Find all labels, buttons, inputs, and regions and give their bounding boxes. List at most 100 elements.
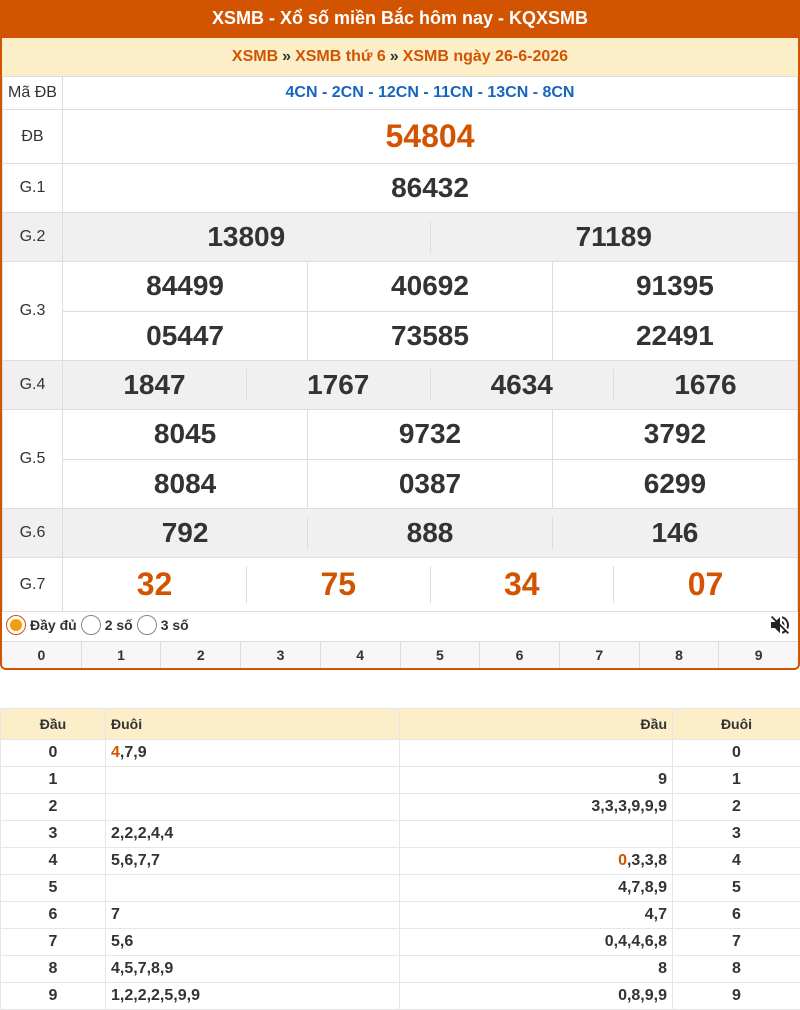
loto-duoi: 5,6,7,7: [105, 847, 400, 875]
loto-duoi2: 1: [672, 766, 800, 794]
table-row: 191: [0, 766, 800, 794]
radio-two-digits[interactable]: 2 số: [80, 615, 133, 635]
digit-filter-2[interactable]: 2: [160, 642, 240, 668]
radio-icon[interactable]: [80, 615, 101, 635]
g6-number: 888: [307, 517, 553, 549]
digit-filter-7[interactable]: 7: [558, 642, 639, 668]
loto-duoi2: 6: [672, 901, 800, 929]
loto-duoi2: 2: [672, 793, 800, 821]
g1-label: G.1: [2, 163, 63, 213]
loto-duoi-values: ,7,9: [119, 744, 147, 761]
radio-selected-icon[interactable]: [6, 615, 26, 635]
loto-dau2-values: ,3,3,8: [626, 852, 667, 869]
g7-number: 34: [429, 566, 614, 603]
loto-dau2-values: 4,7,8,9: [618, 879, 667, 896]
digit-filter-3[interactable]: 3: [240, 642, 320, 668]
table-row: 0 4,7,9 0: [0, 739, 800, 767]
loto-duoi-values: 7: [111, 906, 120, 923]
g2-number: 13809: [63, 221, 430, 253]
loto-dau: 9: [0, 982, 106, 1010]
g4-number: 1676: [613, 369, 797, 401]
breadcrumb: XSMB» XSMB thứ 6» XSMB ngày 26-6-2026: [2, 38, 798, 76]
ma-db-label: Mã ĐB: [2, 76, 63, 110]
loto-body: 0 4,7,9 0 1 9 1 2 3,3,3,9,9,9 2 3 2,2,2,4,4 3 4 5,6,7…: [0, 739, 800, 1010]
loto-duoi: [105, 874, 400, 902]
loto-dau2-values: 0,8,9,9: [618, 987, 667, 1004]
loto-dau2-values: 0,4,4,6,8: [604, 933, 667, 950]
g7-number: 32: [136, 566, 173, 602]
loto-duoi2: 5: [672, 874, 800, 902]
loto-dau: 3: [0, 820, 106, 848]
display-options: Đầy đủ 2 số 3 số: [2, 609, 798, 641]
g2-number: 71189: [429, 221, 797, 253]
radio-three-digits[interactable]: 3 số: [136, 615, 189, 635]
loto-dau2: [399, 739, 673, 767]
table-row: 4 5,6,7,7 0,3,3,8 4: [0, 847, 800, 875]
table-row: 2 3,3,3,9,9,9 2: [0, 793, 800, 821]
db-label: ĐB: [2, 109, 63, 164]
g1-number: 86432: [62, 163, 798, 213]
digit-filter-5[interactable]: 5: [399, 642, 480, 668]
table-row: 8 4,5,7,8,9 8 8: [0, 955, 800, 983]
g3-number: 22491: [551, 310, 797, 360]
loto-duoi: [105, 766, 400, 794]
loto-duoi2: 0: [672, 739, 800, 767]
g4-number: 4634: [429, 369, 614, 401]
loto-dau2-highlight: 0: [618, 852, 627, 869]
table-row: 7 5,6 0,4,4,6,8 7: [0, 928, 800, 956]
loto-header-dau2: Đầu: [399, 708, 673, 740]
loto-dau2: 3,3,3,9,9,9: [399, 793, 673, 821]
breadcrumb-xsmb-thu6[interactable]: XSMB thứ 6: [295, 48, 386, 65]
g5-number: 3792: [551, 410, 797, 459]
g5-number: 8084: [63, 458, 308, 508]
breadcrumb-xsmb[interactable]: XSMB: [232, 48, 278, 65]
loto-dau2: 0,8,9,9: [399, 982, 673, 1010]
g3-number: 91395: [551, 262, 797, 311]
breadcrumb-sep: »: [389, 48, 399, 65]
digit-filter-4[interactable]: 4: [319, 642, 400, 668]
loto-duoi-values: 5,6: [111, 933, 134, 950]
radio-three-label: 3 số: [160, 617, 189, 633]
g3-number: 84499: [146, 270, 225, 302]
loto-table: Đầu Đuôi Đầu Đuôi 0 4,7,9 0 1 9 1 2 3,3,3,9,9,9…: [0, 708, 800, 1010]
loto-duoi2: 7: [672, 928, 800, 956]
digit-filter-0[interactable]: 0: [2, 642, 81, 668]
breadcrumb-xsmb-date[interactable]: XSMB ngày 26-6-2026: [403, 48, 568, 65]
radio-two-label: 2 số: [104, 617, 133, 633]
loto-dau: 2: [0, 793, 106, 821]
loto-dau: 1: [0, 766, 106, 794]
db-number: 54804: [62, 109, 798, 164]
digit-filter-8[interactable]: 8: [638, 642, 719, 668]
digit-filter-1[interactable]: 1: [80, 642, 161, 668]
loto-dau2: 4,7,8,9: [399, 874, 673, 902]
g4-label: G.4: [2, 360, 63, 410]
digit-filter-9[interactable]: 9: [718, 642, 798, 668]
radio-full-label: Đầy đủ: [30, 617, 77, 633]
g5-label: G.5: [2, 409, 63, 509]
loto-dau2: 4,7: [399, 901, 673, 929]
loto-duoi2: 3: [672, 820, 800, 848]
table-row: 3 2,2,2,4,4 3: [0, 820, 800, 848]
digit-filter-6[interactable]: 6: [479, 642, 559, 668]
g7-label: G.7: [2, 557, 63, 612]
radio-icon[interactable]: [136, 615, 157, 635]
g4-number: 1847: [63, 369, 247, 401]
g7-number: 75: [246, 566, 430, 603]
loto-dau2-values: 8: [658, 960, 667, 977]
loto-duoi: 1,2,2,2,5,9,9: [105, 982, 400, 1010]
radio-full[interactable]: Đầy đủ: [6, 615, 77, 635]
loto-dau2-values: 4,7: [644, 906, 667, 923]
g5-number: 8045: [153, 418, 217, 450]
g3-label: G.3: [2, 261, 63, 361]
ma-db-value: 4CN - 2CN - 12CN - 11CN - 13CN - 8CN: [62, 76, 798, 110]
loto-duoi-values: 5,6,7,7: [111, 852, 160, 869]
loto-header-duoi2: Đuôi: [672, 708, 800, 740]
loto-dau2: 8: [399, 955, 673, 983]
loto-dau2-values: 9: [658, 771, 667, 788]
loto-duoi2: 4: [672, 847, 800, 875]
loto-duoi: 5,6: [105, 928, 400, 956]
table-row: 5 4,7,8,9 5: [0, 874, 800, 902]
loto-duoi-values: 1,2,2,2,5,9,9: [111, 987, 200, 1004]
mute-icon[interactable]: [768, 613, 792, 637]
table-row: 6 7 4,7 6: [0, 901, 800, 929]
